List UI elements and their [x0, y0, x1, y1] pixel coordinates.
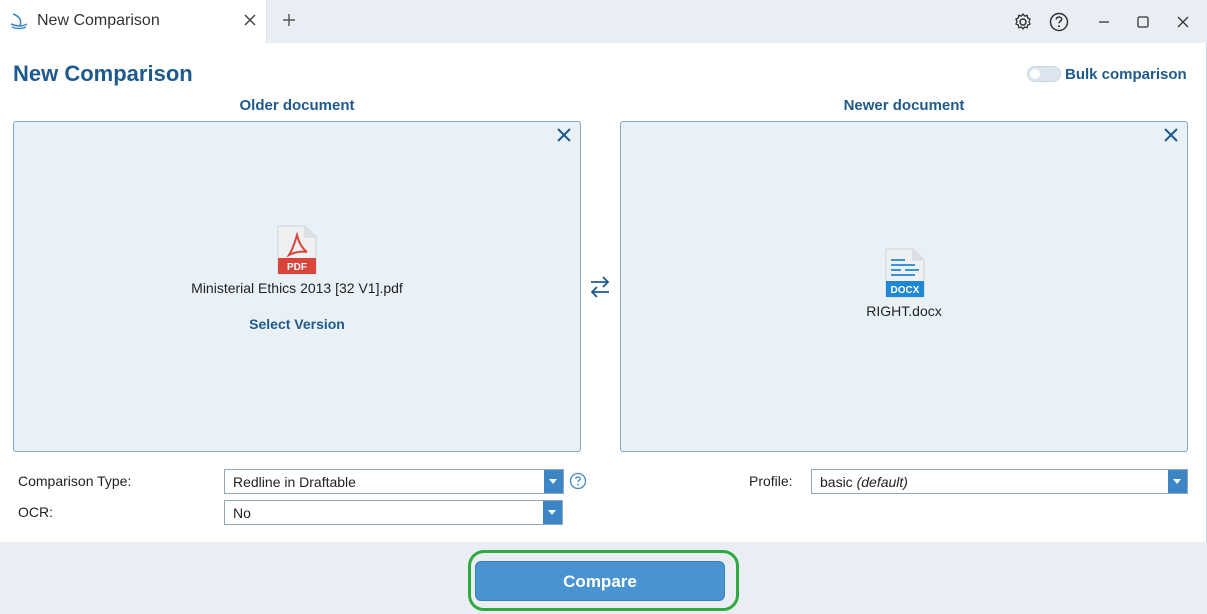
- title-bar: New Comparison: [0, 0, 1207, 43]
- profile-select[interactable]: basic (default): [811, 469, 1188, 494]
- comparison-type-help-icon[interactable]: [569, 472, 587, 490]
- minimize-icon[interactable]: [1093, 11, 1115, 33]
- tab-title: New Comparison: [37, 12, 160, 29]
- close-tab-icon[interactable]: [241, 11, 259, 29]
- remove-newer-file-icon[interactable]: [1163, 127, 1179, 143]
- swap-documents-icon[interactable]: [588, 274, 612, 300]
- comparison-type-select[interactable]: Redline in Draftable: [224, 469, 564, 494]
- draftable-logo-icon: [10, 13, 28, 30]
- bulk-comparison-label: Bulk comparison: [1065, 65, 1187, 83]
- remove-older-file-icon[interactable]: [556, 127, 572, 143]
- ocr-select[interactable]: No: [224, 500, 563, 525]
- close-window-icon[interactable]: [1172, 11, 1194, 33]
- profile-label: Profile:: [749, 473, 793, 489]
- chevron-down-icon[interactable]: [544, 470, 563, 493]
- pdf-type-label: PDF: [287, 262, 307, 273]
- profile-value: basic (default): [820, 474, 908, 490]
- older-file-name: Ministerial Ethics 2013 [32 V1].pdf: [191, 280, 403, 296]
- newer-file-name: RIGHT.docx: [866, 303, 942, 319]
- app-window: New Comparison New Comparison Bulk compa…: [0, 0, 1207, 614]
- maximize-icon[interactable]: [1132, 11, 1154, 33]
- tab-new-comparison[interactable]: New Comparison: [0, 0, 267, 43]
- bulk-comparison-toggle[interactable]: Bulk comparison: [1027, 64, 1187, 84]
- comparison-type-value: Redline in Draftable: [233, 474, 356, 490]
- docx-file-icon: DOCX: [885, 248, 925, 298]
- new-tab-plus-icon[interactable]: [280, 11, 298, 29]
- newer-document-dropzone[interactable]: DOCX RIGHT.docx: [620, 121, 1188, 452]
- profile-default-suffix: (default): [856, 474, 908, 490]
- newer-document-label: Newer document: [843, 97, 965, 114]
- settings-gear-icon[interactable]: [1012, 11, 1034, 33]
- comparison-type-label: Comparison Type:: [18, 473, 132, 489]
- help-icon[interactable]: [1048, 11, 1070, 33]
- profile-name: basic: [820, 474, 853, 490]
- docx-type-label: DOCX: [891, 285, 920, 296]
- pdf-file-icon: PDF: [277, 225, 317, 275]
- ocr-value: No: [233, 505, 251, 521]
- toggle-switch[interactable]: [1027, 66, 1061, 82]
- compare-button[interactable]: Compare: [475, 561, 725, 601]
- select-version-link[interactable]: Select Version: [14, 316, 580, 332]
- chevron-down-icon[interactable]: [543, 501, 562, 524]
- older-document-label: Older document: [239, 97, 355, 114]
- older-document-dropzone[interactable]: PDF Ministerial Ethics 2013 [32 V1].pdf …: [13, 121, 581, 452]
- ocr-label: OCR:: [18, 504, 53, 520]
- page-title: New Comparison: [13, 61, 193, 86]
- chevron-down-icon[interactable]: [1168, 470, 1187, 493]
